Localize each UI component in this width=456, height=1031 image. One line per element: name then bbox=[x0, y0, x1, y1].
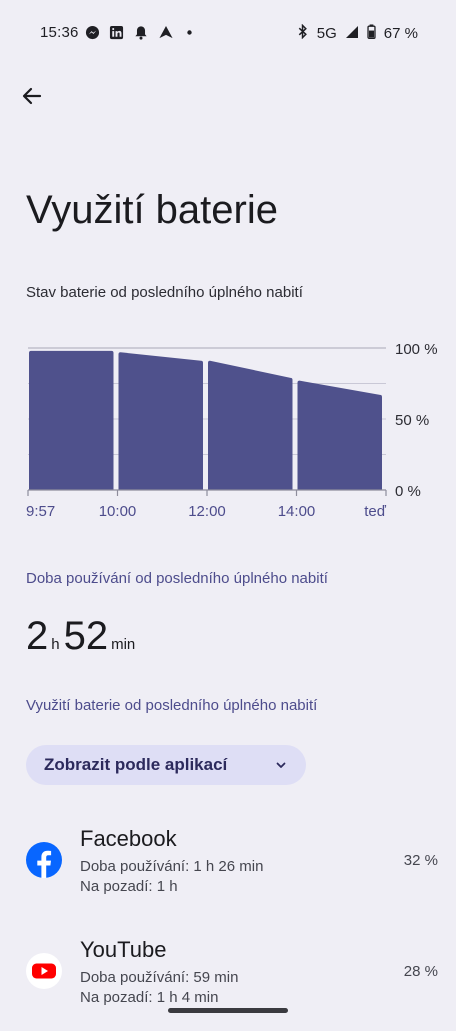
app-usage-time: Doba používání: 1 h 26 min bbox=[80, 858, 264, 875]
linkedin-icon bbox=[108, 24, 124, 40]
dropdown-label: Zobrazit podle aplikací bbox=[44, 755, 228, 774]
usage-duration: 2 h 52 min bbox=[26, 614, 139, 659]
chart-y-tick-label: 100 % bbox=[395, 341, 438, 358]
dot-icon bbox=[185, 24, 193, 40]
back-button[interactable] bbox=[18, 82, 46, 110]
battery-level-chart: 9:57 10:00 12:00 14:00 teď 100 % 50 % 0 % bbox=[26, 341, 438, 520]
app-battery-percent: 32 % bbox=[403, 852, 438, 869]
navigation-icon bbox=[157, 24, 175, 40]
chart-x-tick-label: 12:00 bbox=[188, 503, 226, 520]
status-right: 5G 67 % bbox=[297, 23, 418, 43]
usage-minutes: 52 bbox=[63, 614, 109, 658]
signal-icon bbox=[345, 25, 359, 43]
chart-bar bbox=[29, 350, 114, 490]
usage-hours-unit: h bbox=[51, 636, 60, 653]
chart-x-tick-label: 14:00 bbox=[278, 503, 316, 520]
chart-subtitle: Stav baterie od posledního úplného nabit… bbox=[26, 284, 303, 301]
chart-bar bbox=[208, 360, 293, 490]
facebook-icon bbox=[26, 842, 62, 878]
chart-y-tick-label: 0 % bbox=[395, 483, 421, 500]
chevron-down-icon bbox=[276, 762, 286, 768]
app-name: Facebook bbox=[80, 826, 177, 851]
view-by-apps-dropdown[interactable]: Zobrazit podle aplikací bbox=[26, 745, 306, 785]
chart-x-tick-label: 10:00 bbox=[99, 503, 137, 520]
youtube-icon bbox=[26, 953, 62, 989]
chart-y-tick-label: 50 % bbox=[395, 412, 429, 429]
arrow-back-icon bbox=[22, 87, 42, 105]
chart-x-tick-label: teď bbox=[364, 503, 387, 520]
messenger-icon bbox=[84, 24, 100, 40]
app-usage-time: Doba používání: 59 min bbox=[80, 969, 239, 986]
app-background-time: Na pozadí: 1 h 4 min bbox=[80, 989, 219, 1006]
app-background-time: Na pozadí: 1 h bbox=[80, 878, 178, 895]
home-indicator[interactable] bbox=[168, 1008, 288, 1013]
chart-x-tick-label: 9:57 bbox=[26, 503, 55, 520]
battery-usage-label: Využití baterie od posledního úplného na… bbox=[26, 697, 318, 714]
app-name: YouTube bbox=[80, 937, 167, 962]
chart-bar bbox=[118, 352, 203, 490]
status-time: 15:36 bbox=[40, 24, 79, 41]
app-row-facebook[interactable]: Facebook Doba používání: 1 h 26 min Na p… bbox=[0, 820, 456, 920]
status-bar: 15:36 5G 67 % bbox=[0, 0, 456, 64]
usage-time-label: Doba používání od posledního úplného nab… bbox=[26, 570, 328, 587]
bell-icon bbox=[133, 24, 149, 40]
battery-icon bbox=[367, 24, 376, 43]
usage-minutes-unit: min bbox=[111, 636, 136, 653]
app-row-youtube[interactable]: YouTube Doba používání: 59 min Na pozadí… bbox=[0, 931, 456, 1031]
page-title: Využití baterie bbox=[26, 188, 278, 232]
battery-percent: 67 % bbox=[383, 25, 418, 42]
network-type: 5G bbox=[316, 25, 337, 42]
usage-hours: 2 bbox=[26, 614, 49, 658]
app-battery-percent: 28 % bbox=[403, 963, 438, 980]
chart-bar bbox=[297, 380, 382, 490]
bluetooth-icon bbox=[297, 23, 309, 43]
